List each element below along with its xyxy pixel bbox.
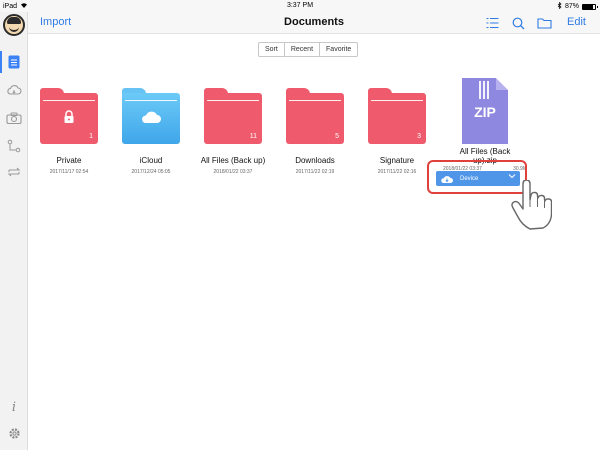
bluetooth-icon [557, 1, 562, 11]
device-dropdown-button[interactable]: Device [436, 171, 520, 186]
sidebar: i [0, 12, 28, 450]
tab-recent[interactable]: Recent [285, 43, 321, 56]
file-name: Signature [379, 156, 415, 165]
status-time: 3:37 PM [286, 2, 314, 9]
zip-file-all-files-backup[interactable]: ZIP All Files (Back up).zip 2018/01/22 0… [440, 78, 530, 172]
sort-segmented-control: Sort Recent Favorite [258, 42, 359, 57]
pointing-hand-icon [510, 179, 553, 230]
status-bar: iPad 3:37 PM 87% [0, 0, 600, 12]
cloud-download-icon [440, 174, 454, 184]
file-name: Downloads [295, 156, 335, 165]
file-date: 2017/11/22 02:16 [377, 169, 417, 175]
item-count: 11 [249, 133, 257, 140]
lock-icon [40, 110, 98, 124]
avatar[interactable] [3, 14, 25, 36]
active-indicator [0, 51, 2, 73]
item-count: 3 [417, 133, 421, 140]
item-count: 5 [335, 133, 339, 140]
connect-icon[interactable] [6, 138, 22, 154]
file-date: 2017/11/17 02:54 [49, 169, 89, 175]
file-date: 2017/12/24 05:05 [131, 169, 171, 175]
zip-file-icon: ZIP [462, 78, 508, 144]
file-date: 2018/01/22 03:37 [213, 169, 253, 175]
info-icon[interactable]: i [7, 400, 21, 415]
folder-private[interactable]: 1 Private 2017/11/17 02:54 [33, 78, 105, 175]
file-date: 2017/11/22 02:19 [295, 169, 335, 175]
folder-icon [122, 88, 180, 144]
zip-badge: ZIP [474, 104, 496, 120]
tab-favorite[interactable]: Favorite [320, 43, 357, 56]
battery-icon [582, 3, 598, 10]
camera-icon[interactable] [6, 110, 22, 126]
folder-icon: 5 [286, 88, 344, 144]
folder-icloud[interactable]: iCloud 2017/12/24 05:05 [115, 78, 187, 175]
folder-icon: 3 [368, 88, 426, 144]
folder-all-files-backup[interactable]: 11 All Files (Back up) 2018/01/22 03:37 [197, 78, 269, 175]
folder-downloads[interactable]: 5 Downloads 2017/11/22 02:19 [279, 78, 351, 175]
folder-icon: 1 [40, 88, 98, 144]
file-name: All Files (Back up) [200, 156, 266, 165]
battery-percent: 87% [564, 3, 579, 10]
documents-icon[interactable] [6, 54, 22, 70]
gear-icon[interactable] [7, 426, 21, 440]
cloud-sync-icon[interactable] [6, 82, 22, 98]
file-name: Private [56, 156, 82, 165]
search-icon[interactable] [510, 15, 526, 31]
tab-sort[interactable]: Sort [259, 43, 285, 56]
file-name: iCloud [139, 156, 163, 165]
list-view-icon[interactable] [484, 15, 500, 31]
device-label: Device [460, 175, 479, 182]
new-folder-icon[interactable] [536, 15, 552, 31]
edit-button[interactable]: Edit [567, 16, 586, 28]
folder-signature[interactable]: 3 Signature 2017/11/22 02:16 [361, 78, 433, 175]
navigation-bar: Import Documents Edit [28, 12, 600, 34]
item-count: 1 [89, 133, 93, 140]
cloud-icon [122, 110, 180, 124]
folder-icon: 11 [204, 88, 262, 144]
transfer-icon[interactable] [6, 164, 22, 180]
